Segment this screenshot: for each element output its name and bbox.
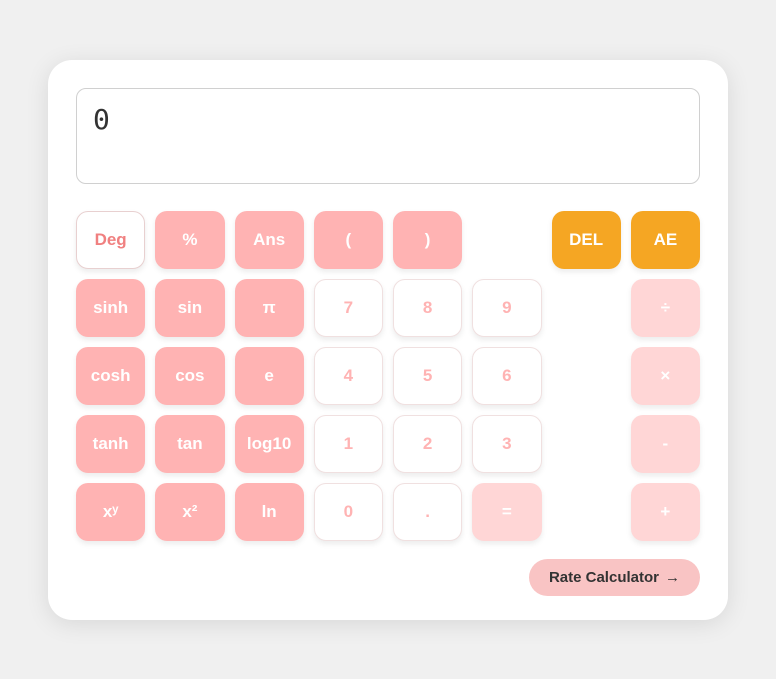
four-button[interactable]: 4 [314,347,383,405]
pi-button[interactable]: π [235,279,304,337]
minus-button[interactable]: - [631,415,700,473]
sinh-button[interactable]: sinh [76,279,145,337]
tan-button[interactable]: tan [155,415,224,473]
xy-button[interactable]: xʸ [76,483,145,541]
close-paren-button[interactable]: ) [393,211,462,269]
tanh-button[interactable]: tanh [76,415,145,473]
x2-button[interactable]: x² [155,483,224,541]
spacer1 [472,211,541,269]
nine-button[interactable]: 9 [472,279,541,337]
spacer5 [552,483,621,541]
spacer4 [552,415,621,473]
deg-button[interactable]: Deg [76,211,145,269]
five-button[interactable]: 5 [393,347,462,405]
rate-calculator-row: Rate Calculator → [76,559,700,596]
cos-button[interactable]: cos [155,347,224,405]
open-paren-button[interactable]: ( [314,211,383,269]
percent-button[interactable]: % [155,211,224,269]
equals-button[interactable]: = [472,483,541,541]
rate-calculator-label: Rate Calculator [549,569,659,586]
calculator: 0 Deg%Ans() DELAE sinhsinπ789 ÷ coshcose456 ×… [48,60,728,620]
spacer2 [552,279,621,337]
ans-button[interactable]: Ans [235,211,304,269]
rate-calculator-button[interactable]: Rate Calculator → [529,559,700,596]
log10-button[interactable]: log10 [235,415,304,473]
del-button[interactable]: DEL [552,211,621,269]
sin-button[interactable]: sin [155,279,224,337]
cosh-button[interactable]: cosh [76,347,145,405]
eight-button[interactable]: 8 [393,279,462,337]
six-button[interactable]: 6 [472,347,541,405]
e-button[interactable]: e [235,347,304,405]
plus-button[interactable]: + [631,483,700,541]
dot-button[interactable]: . [393,483,462,541]
spacer3 [552,347,621,405]
divide-button[interactable]: ÷ [631,279,700,337]
three-button[interactable]: 3 [472,415,541,473]
display-input[interactable]: 0 [76,88,700,184]
rate-calculator-arrow: → [665,569,680,586]
multiply-button[interactable]: × [631,347,700,405]
two-button[interactable]: 2 [393,415,462,473]
ae-button[interactable]: AE [631,211,700,269]
ln-button[interactable]: ln [235,483,304,541]
seven-button[interactable]: 7 [314,279,383,337]
zero-button[interactable]: 0 [314,483,383,541]
button-grid: Deg%Ans() DELAE sinhsinπ789 ÷ coshcose456 × ta… [76,211,700,541]
one-button[interactable]: 1 [314,415,383,473]
